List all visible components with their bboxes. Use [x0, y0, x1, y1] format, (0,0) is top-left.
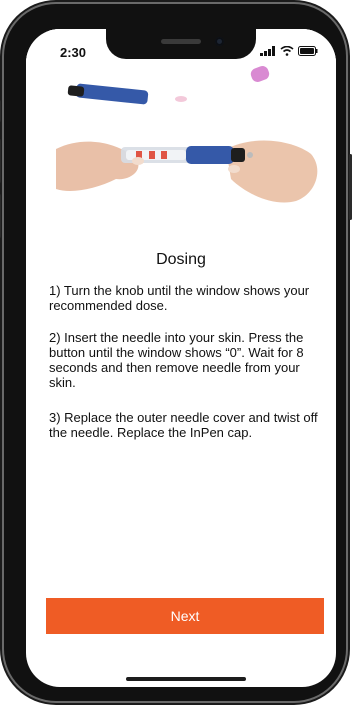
step-1: 1) Turn the knob until the window shows …	[49, 283, 310, 313]
step-3: 3) Replace the outer needle cover and tw…	[49, 410, 318, 440]
next-button[interactable]: Next	[46, 598, 324, 634]
status-time: 2:30	[60, 45, 87, 60]
status-icons	[260, 46, 318, 56]
hero-image	[26, 29, 336, 239]
wifi-icon	[280, 46, 294, 56]
phone-notch	[106, 29, 256, 59]
front-camera	[215, 37, 224, 46]
phone-frame: 2:30 Dosing 1) Turn the knob until the w…	[0, 4, 352, 701]
volume-down-button	[0, 194, 1, 238]
mute-switch	[0, 100, 1, 122]
home-indicator[interactable]	[126, 677, 246, 681]
battery-icon	[298, 46, 318, 56]
signal-icon	[260, 46, 275, 56]
volume-up-button	[0, 139, 1, 183]
insulin-pen-illustration	[26, 29, 336, 239]
step-2: 2) Insert the needle into your skin. Pre…	[49, 330, 304, 390]
screen: 2:30 Dosing 1) Turn the knob until the w…	[26, 29, 336, 687]
speaker-grille	[161, 39, 201, 44]
page-title: Dosing	[156, 251, 206, 268]
